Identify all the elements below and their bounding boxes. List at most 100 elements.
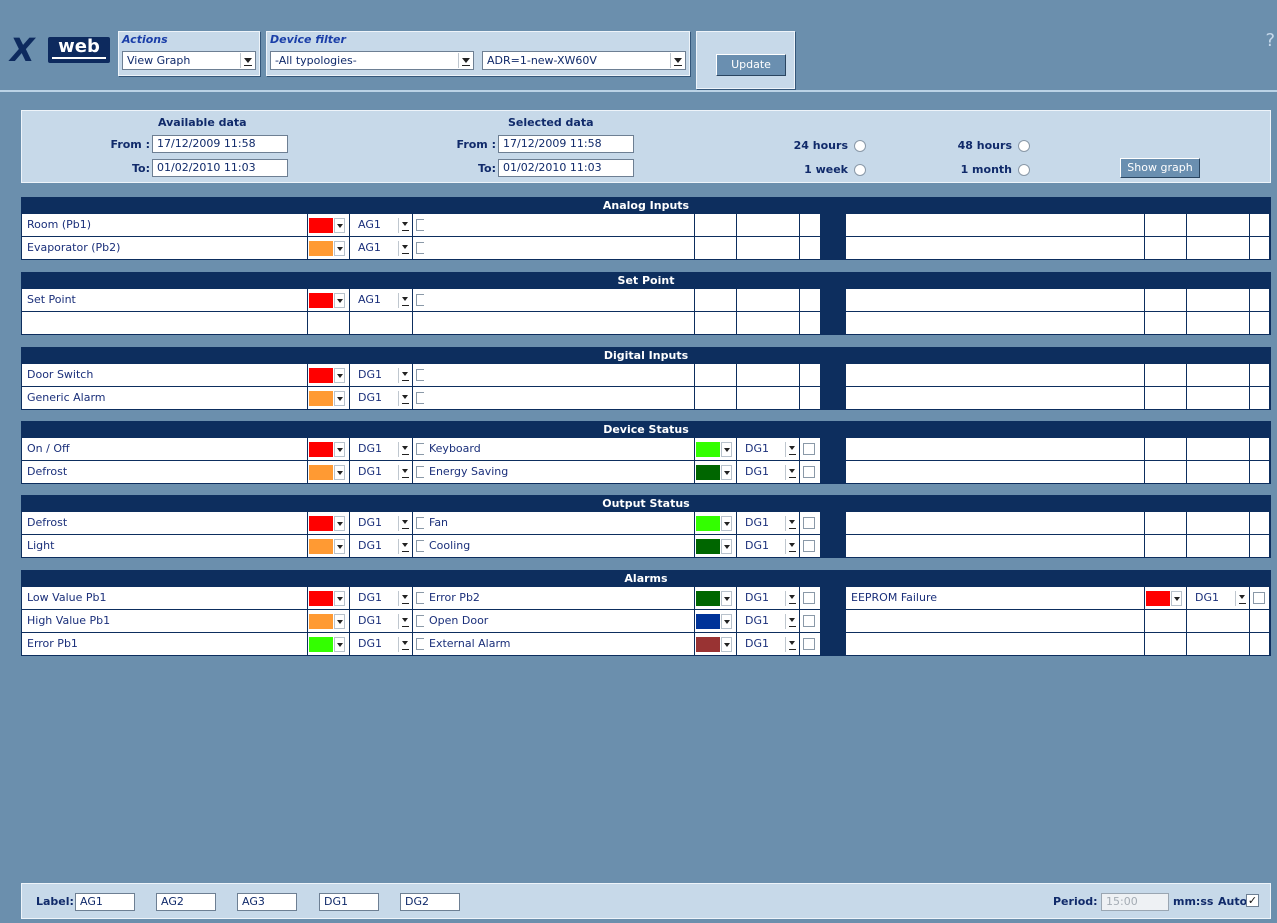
typology-select[interactable]: -All typologies- bbox=[270, 51, 474, 70]
color-picker[interactable] bbox=[695, 633, 736, 655]
color-picker[interactable] bbox=[695, 461, 736, 483]
dropdown-arrow-icon bbox=[334, 293, 345, 308]
axis-select[interactable]: DG1 bbox=[740, 590, 798, 607]
axis-cell bbox=[1187, 633, 1249, 655]
axis-cell: DG1 bbox=[737, 610, 799, 632]
axis-select-value: DG1 bbox=[745, 465, 769, 478]
color-picker[interactable] bbox=[308, 610, 349, 632]
axis-select-value: DG1 bbox=[745, 516, 769, 529]
variable-row: Light DG1 Cooling DG1 bbox=[22, 535, 1270, 557]
range-48h-radio[interactable] bbox=[1018, 140, 1030, 152]
label-caption: Label: bbox=[36, 895, 74, 908]
axis-cell: DG1 bbox=[350, 461, 412, 483]
axis-cell: DG1 bbox=[350, 610, 412, 632]
color-picker[interactable] bbox=[308, 237, 349, 259]
group-title: Digital Inputs bbox=[603, 349, 689, 362]
range-week-radio[interactable] bbox=[854, 164, 866, 176]
group-title: Output Status bbox=[602, 497, 690, 510]
selected-to-label: To: bbox=[478, 162, 496, 175]
range-24h-radio[interactable] bbox=[854, 140, 866, 152]
plot-checkbox[interactable] bbox=[803, 592, 815, 604]
axis-select[interactable]: DG1 bbox=[353, 464, 411, 481]
period-field[interactable]: 15:00 bbox=[1101, 893, 1169, 911]
range-month-radio[interactable] bbox=[1018, 164, 1030, 176]
label-field-ag1[interactable]: AG1 bbox=[75, 893, 135, 911]
variable-name-cell bbox=[846, 633, 1144, 655]
color-picker[interactable] bbox=[695, 587, 736, 609]
label-field-value: AG2 bbox=[161, 895, 184, 908]
selected-from-field[interactable]: 17/12/2009 11:58 bbox=[498, 135, 634, 153]
variable-name: Keyboard bbox=[429, 442, 481, 455]
axis-select[interactable]: DG1 bbox=[740, 636, 798, 653]
axis-select[interactable]: DG1 bbox=[353, 515, 411, 532]
auto-checkbox[interactable]: ✓ bbox=[1246, 894, 1259, 907]
plot-checkbox[interactable] bbox=[1253, 592, 1265, 604]
plot-checkbox[interactable] bbox=[803, 517, 815, 529]
color-picker[interactable] bbox=[308, 364, 349, 386]
color-picker[interactable] bbox=[308, 289, 349, 311]
color-picker[interactable] bbox=[308, 587, 349, 609]
axis-select[interactable]: DG1 bbox=[740, 464, 798, 481]
checkbox-cell bbox=[1250, 461, 1269, 483]
axis-select[interactable]: DG1 bbox=[353, 441, 411, 458]
axis-select[interactable]: AG1 bbox=[353, 217, 411, 234]
plot-checkbox[interactable] bbox=[803, 466, 815, 478]
color-cell bbox=[695, 214, 736, 236]
plot-checkbox[interactable] bbox=[803, 638, 815, 650]
color-picker[interactable] bbox=[1145, 587, 1186, 609]
color-picker[interactable] bbox=[308, 387, 349, 409]
help-icon[interactable]: ? bbox=[1265, 30, 1275, 51]
color-picker[interactable] bbox=[308, 512, 349, 534]
dropdown-arrow-icon bbox=[670, 53, 684, 68]
axis-cell: DG1 bbox=[350, 364, 412, 386]
label-field-dg2[interactable]: DG2 bbox=[400, 893, 460, 911]
variable-name-cell: Error Pb1 bbox=[22, 633, 307, 655]
checkbox-cell bbox=[1250, 237, 1269, 259]
plot-checkbox[interactable] bbox=[803, 540, 815, 552]
axis-cell bbox=[1187, 312, 1249, 334]
axis-select[interactable]: DG1 bbox=[1190, 590, 1248, 607]
variable-name-cell bbox=[846, 438, 1144, 460]
update-button[interactable]: Update bbox=[716, 54, 786, 76]
color-picker[interactable] bbox=[695, 610, 736, 632]
selected-to-field[interactable]: 01/02/2010 11:03 bbox=[498, 159, 634, 177]
label-field-dg1[interactable]: DG1 bbox=[319, 893, 379, 911]
axis-select[interactable]: DG1 bbox=[740, 515, 798, 532]
color-picker[interactable] bbox=[308, 438, 349, 460]
axis-select[interactable]: AG1 bbox=[353, 292, 411, 309]
label-field-ag2[interactable]: AG2 bbox=[156, 893, 216, 911]
device-select[interactable]: ADR=1-new-XW60V bbox=[482, 51, 686, 70]
axis-select[interactable]: DG1 bbox=[353, 636, 411, 653]
color-picker[interactable] bbox=[308, 214, 349, 236]
axis-select[interactable]: DG1 bbox=[740, 538, 798, 555]
axis-select[interactable]: DG1 bbox=[740, 441, 798, 458]
color-picker[interactable] bbox=[308, 535, 349, 557]
plot-checkbox[interactable] bbox=[803, 443, 815, 455]
dropdown-arrow-icon bbox=[334, 442, 345, 457]
axis-select[interactable]: DG1 bbox=[353, 538, 411, 555]
actions-select[interactable]: View Graph bbox=[122, 51, 256, 70]
plot-checkbox[interactable] bbox=[803, 615, 815, 627]
axis-select[interactable]: AG1 bbox=[353, 240, 411, 257]
color-picker[interactable] bbox=[695, 535, 736, 557]
show-graph-button[interactable]: Show graph bbox=[1120, 158, 1200, 178]
axis-select[interactable]: DG1 bbox=[740, 613, 798, 630]
available-to-field[interactable]: 01/02/2010 11:03 bbox=[152, 159, 288, 177]
axis-select[interactable]: DG1 bbox=[353, 367, 411, 384]
color-picker[interactable] bbox=[695, 512, 736, 534]
axis-select[interactable]: DG1 bbox=[353, 590, 411, 607]
variable-name-cell: Cooling bbox=[424, 535, 694, 557]
available-from-field[interactable]: 17/12/2009 11:58 bbox=[152, 135, 288, 153]
available-data-title: Available data bbox=[158, 116, 247, 129]
variable-name: External Alarm bbox=[429, 637, 511, 650]
color-swatch bbox=[309, 241, 333, 256]
axis-select[interactable]: DG1 bbox=[353, 613, 411, 630]
axis-select[interactable]: DG1 bbox=[353, 390, 411, 407]
axis-select-value: DG1 bbox=[358, 368, 382, 381]
axis-cell bbox=[1187, 438, 1249, 460]
label-field-ag3[interactable]: AG3 bbox=[237, 893, 297, 911]
checkbox-cell bbox=[1250, 364, 1269, 386]
color-picker[interactable] bbox=[695, 438, 736, 460]
color-picker[interactable] bbox=[308, 633, 349, 655]
color-picker[interactable] bbox=[308, 461, 349, 483]
